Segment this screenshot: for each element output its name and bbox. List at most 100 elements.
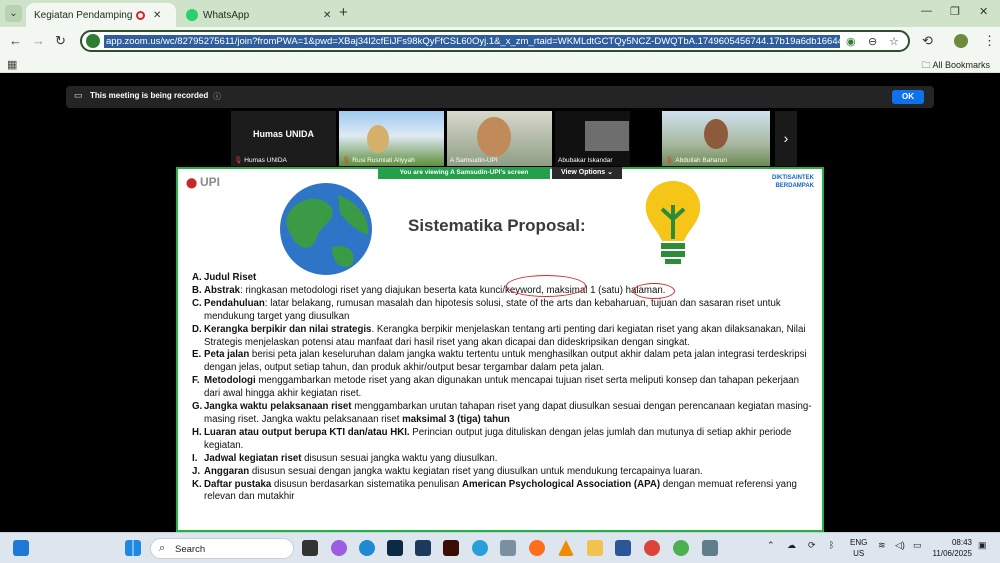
wifi-icon[interactable]: ≋ (878, 540, 886, 551)
taskbar-search[interactable]: ⌕ Search (150, 538, 294, 559)
mic-muted-icon: 🎙 (234, 157, 243, 164)
proposal-list: A. Judul Riset B. Abstrak: ringkasan metod… (192, 272, 814, 504)
tab-whatsapp[interactable]: WhatsApp ✕ (178, 3, 334, 27)
participant-name-text: Humas UNIDA (244, 157, 287, 164)
edge-icon[interactable] (359, 540, 375, 556)
bookmarks-bar: ▦ 🗀 All Bookmarks (0, 55, 1000, 73)
tab-search-chevron-icon[interactable]: ⌄ (5, 5, 22, 22)
app-icon[interactable] (702, 540, 718, 556)
avatar[interactable] (954, 34, 968, 48)
copilot-icon[interactable] (331, 540, 347, 556)
participant-name: A Samsudin-UPI (450, 157, 498, 164)
view-options-button[interactable]: View Options ⌄ (552, 167, 622, 179)
participant-tile[interactable]: 🎙 Rusi Rusmiati Aliyyah (339, 111, 444, 166)
chevron-down-icon: ⌄ (605, 169, 614, 176)
task-view-icon[interactable] (302, 540, 318, 556)
participant-tile[interactable]: 🎙 Abdullah Baharun (662, 111, 770, 166)
upi-logo-emblem: ⬤ (186, 178, 200, 189)
zoom-meeting-area: ▭ This meeting is being recorded ⓘ OK Hu… (0, 74, 1000, 532)
telegram-icon[interactable] (472, 540, 488, 556)
reload-icon[interactable]: ↻ (55, 33, 66, 49)
cloud-icon[interactable]: ☁ (787, 540, 796, 551)
item-heading: Metodologi (204, 375, 256, 387)
illustrator-icon[interactable] (443, 540, 459, 556)
ok-button[interactable]: OK (892, 90, 924, 104)
item-text: berisi peta jalan keseluruhan dalam jang… (204, 349, 807, 374)
menu-dots-icon[interactable]: ⋮ (983, 33, 996, 49)
windows-taskbar: ⌕ Search ⌃ ☁ ⟳ ᛒ ENG US ≋ ◁) ▭ 08:43 11/… (0, 532, 1000, 563)
close-icon[interactable]: ✕ (153, 10, 161, 21)
chrome-profile-icon[interactable] (673, 540, 689, 556)
participant-name: 🎙 Rusi Rusmiati Aliyyah (342, 156, 415, 164)
site-info-icon[interactable] (86, 34, 100, 48)
minimize-icon[interactable]: — (921, 5, 932, 17)
battery-icon[interactable]: ▭ (913, 540, 922, 551)
item-heading: Pendahuluan (204, 297, 265, 309)
participant-tile[interactable]: A Samsudin-UPI (447, 111, 552, 166)
notifications-icon[interactable]: ▣ (978, 540, 987, 551)
file-explorer-icon[interactable] (587, 540, 603, 556)
photoshop-icon[interactable] (387, 540, 403, 556)
history-icon[interactable]: ⟲ (922, 33, 933, 49)
item-emphasis: maksimal 3 (tiga) tahun (402, 413, 510, 425)
participant-tile[interactable]: Abubakar Iskandar (555, 111, 630, 166)
close-window-icon[interactable]: ✕ (979, 5, 988, 18)
item-heading: Daftar pustaka (204, 478, 272, 490)
tab-zoom-meeting[interactable]: Kegiatan Pendampingan Hi ✕ (26, 3, 1000, 535)
item-heading: Kerangka berpikir dan nilai strategis (204, 323, 372, 335)
clock[interactable]: 08:43 11/06/2025 (928, 537, 972, 559)
restore-icon[interactable]: ❐ (950, 5, 960, 18)
keyboard-region: US (853, 549, 865, 558)
tray-chevron-icon[interactable]: ⌃ (767, 540, 775, 551)
app-icon[interactable] (415, 540, 431, 556)
item-text: : latar belakang, rumusan masalah dan hi… (204, 297, 781, 322)
list-item: I. Jadwal kegiatan riset disusun sesuai j… (192, 453, 814, 466)
language-indicator[interactable]: ENG US (850, 537, 867, 559)
item-letter: F. (192, 375, 200, 387)
bluetooth-icon[interactable]: ᛒ (829, 540, 834, 550)
sync-icon[interactable]: ⟳ (808, 540, 816, 551)
list-item: G. Jangka waktu pelaksanaan riset menggam… (192, 401, 814, 427)
zoom-magnifier-icon[interactable]: ⊖ (868, 35, 877, 48)
start-icon[interactable] (125, 540, 141, 556)
list-item: E. Peta jalan berisi peta jalan keseluruh… (192, 349, 814, 375)
browser-toolbar: ← → ↻ app.zoom.us/wc/82795275611/join?fr… (0, 27, 1000, 55)
url-text[interactable]: app.zoom.us/wc/82795275611/join?fromPWA=… (104, 35, 840, 48)
address-bar[interactable]: app.zoom.us/wc/82795275611/join?fromPWA=… (80, 30, 910, 52)
vlc-icon[interactable] (558, 540, 574, 556)
chrome-icon[interactable] (644, 540, 660, 556)
forward-icon[interactable]: → (32, 33, 45, 48)
volume-icon[interactable]: ◁) (895, 540, 905, 551)
all-bookmarks[interactable]: 🗀 All Bookmarks (921, 58, 990, 74)
participant-name-text: A Samsudin-UPI (450, 157, 498, 164)
back-icon[interactable]: ← (9, 33, 22, 48)
lightbulb-icon (645, 181, 701, 264)
diktisaintek-logo: DIKTISAINTEK BERDAMPAK (772, 174, 814, 190)
view-options-label: View Options (560, 169, 606, 176)
item-text: disusun sesuai dengan jangka waktu kegia… (249, 465, 703, 477)
ink-annotation-circle (633, 283, 675, 299)
word-icon[interactable] (615, 540, 631, 556)
apps-grid-icon[interactable]: ▦ (7, 58, 17, 71)
info-icon[interactable]: ⓘ (213, 91, 221, 102)
folder-icon: 🗀 (921, 60, 933, 70)
firefox-icon[interactable] (529, 540, 545, 556)
screen: ⌄ Kegiatan Pendampingan Hi ✕ WhatsApp ✕ … (0, 0, 1000, 563)
recording-notice: This meeting is being recorded (90, 91, 209, 100)
participant-tile-title: Humas UNIDA (252, 129, 314, 139)
upi-logo-text: UPI (199, 175, 220, 189)
widgets-icon[interactable] (13, 540, 29, 556)
bookmark-star-icon[interactable]: ☆ (889, 35, 899, 48)
list-item: B. Abstrak: ringkasan metodologi riset ya… (192, 285, 814, 298)
list-item: D. Kerangka berpikir dan nilai strategis.… (192, 324, 814, 350)
participant-name-text: Abdullah Baharun (675, 157, 727, 164)
all-bookmarks-label: All Bookmarks (932, 60, 990, 70)
close-icon[interactable]: ✕ (323, 10, 331, 21)
new-tab-icon[interactable]: + (339, 4, 348, 21)
slide-title: Sistematika Proposal: (408, 216, 586, 235)
item-heading: Peta jalan (204, 349, 250, 361)
lens-icon[interactable]: ◉ (846, 35, 856, 48)
next-participants-icon[interactable]: › (775, 111, 797, 166)
participant-tile[interactable]: Humas UNIDA 🎙 Humas UNIDA (231, 111, 336, 166)
app-icon[interactable] (500, 540, 516, 556)
